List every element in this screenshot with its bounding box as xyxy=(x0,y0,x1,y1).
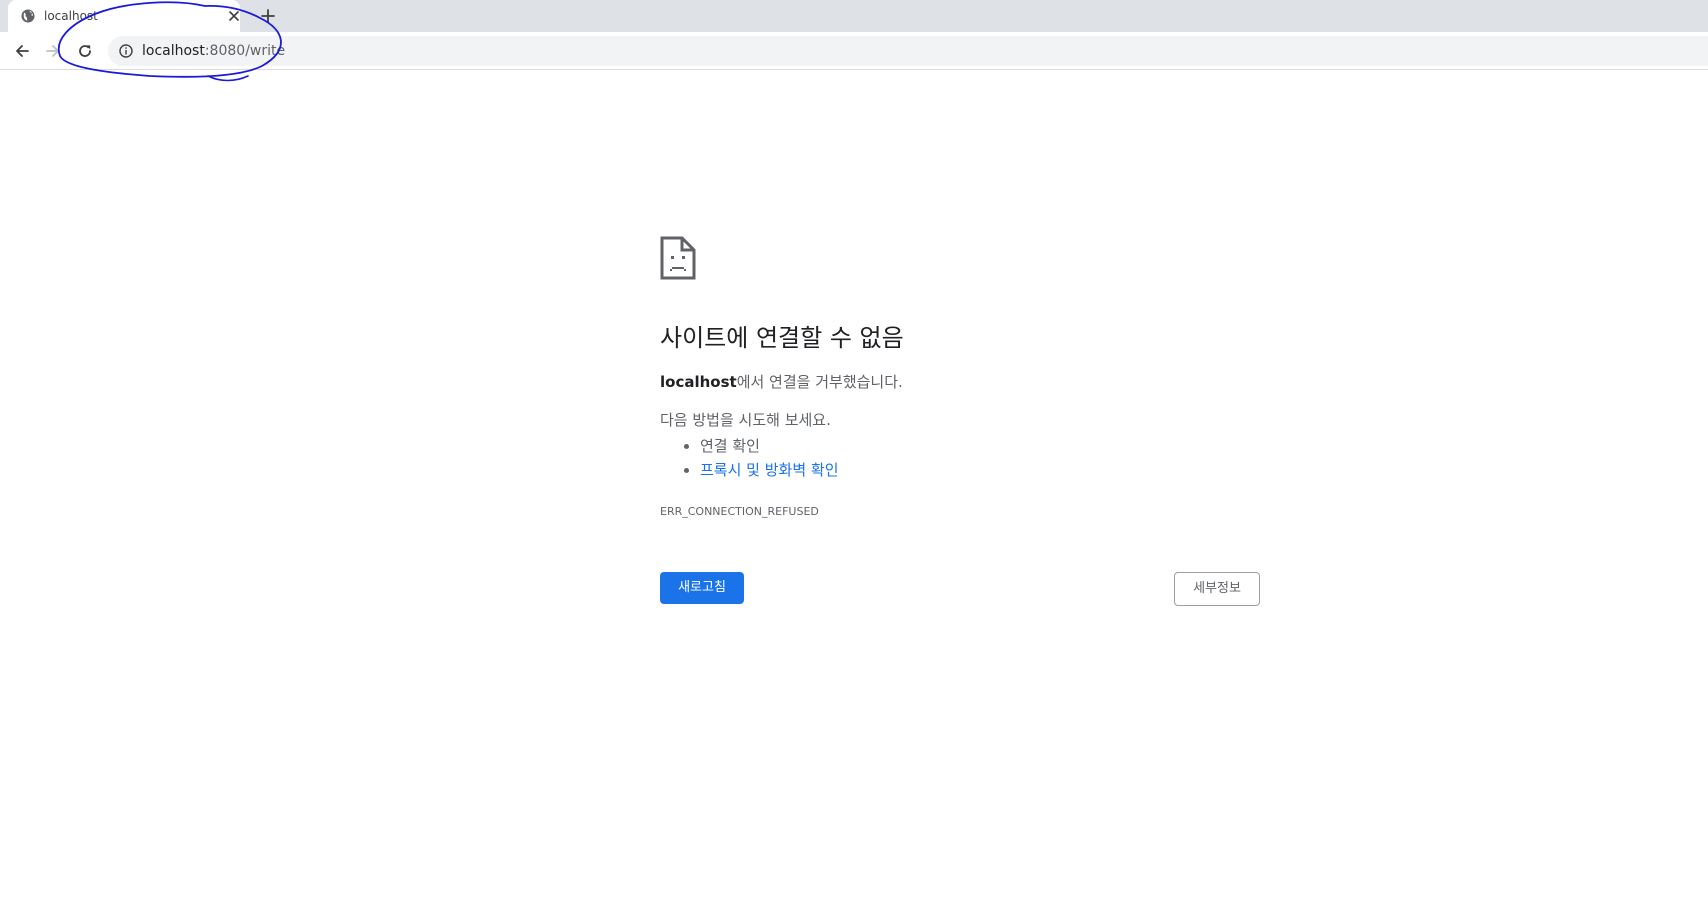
tab-strip: localhost xyxy=(0,0,1708,32)
error-host: localhost xyxy=(660,373,737,391)
address-bar[interactable]: localhost:8080/write xyxy=(108,36,1708,66)
close-icon[interactable] xyxy=(226,8,242,24)
reload-icon[interactable] xyxy=(73,39,97,63)
back-arrow-icon[interactable] xyxy=(10,39,34,63)
browser-tab[interactable]: localhost xyxy=(8,0,240,32)
error-code: ERR_CONNECTION_REFUSED xyxy=(660,505,819,518)
suggestions-list: 연결 확인 프록시 및 방화벽 확인 xyxy=(660,434,839,482)
suggestion-item: 연결 확인 xyxy=(700,434,839,458)
reload-button[interactable]: 새로고침 xyxy=(660,572,744,604)
error-message: localhost에서 연결을 거부했습니다. xyxy=(660,372,903,392)
error-message-text: 에서 연결을 거부했습니다. xyxy=(736,373,903,391)
tab-title: localhost xyxy=(44,9,98,23)
error-heading: 사이트에 연결할 수 없음 xyxy=(660,324,904,352)
suggestion-proxy-firewall-link[interactable]: 프록시 및 방화벽 확인 xyxy=(700,461,839,479)
url-path: :8080/write xyxy=(204,43,286,59)
globe-icon xyxy=(20,8,36,24)
suggestion-item: 프록시 및 방화벽 확인 xyxy=(700,458,839,482)
info-icon[interactable] xyxy=(118,43,134,59)
url-text[interactable]: localhost:8080/write xyxy=(142,43,285,59)
suggestions-intro: 다음 방법을 시도해 보세요. xyxy=(660,411,831,429)
forward-arrow-icon[interactable] xyxy=(41,39,65,63)
url-host: localhost xyxy=(142,43,205,59)
suggestion-check-connection: 연결 확인 xyxy=(700,437,760,455)
new-tab-icon[interactable] xyxy=(258,6,278,26)
sad-document-icon xyxy=(660,236,696,280)
details-button[interactable]: 세부정보 xyxy=(1174,572,1260,606)
toolbar: localhost:8080/write xyxy=(0,32,1708,70)
